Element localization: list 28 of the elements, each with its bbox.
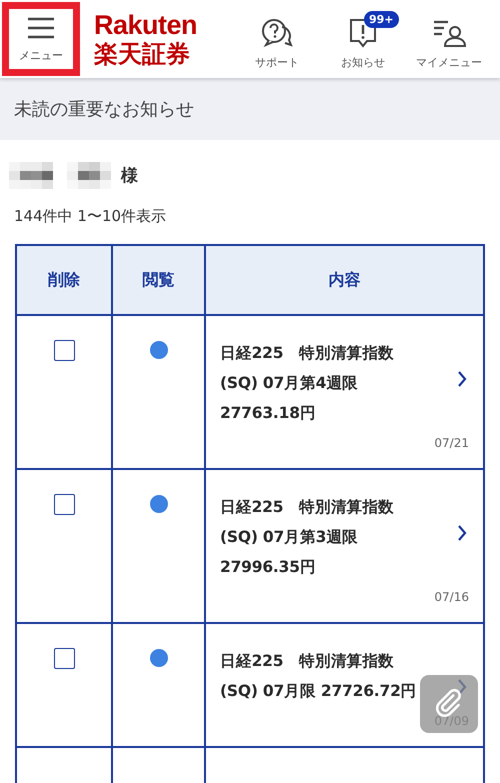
notice-title: 日経225 特別清算指数 (SQ) 07月限 27726.72円 <box>220 651 416 702</box>
attachment-button[interactable] <box>420 675 478 733</box>
chevron-right-icon <box>457 524 467 542</box>
checkbox[interactable] <box>54 648 74 669</box>
count-badge: 99+ <box>364 10 399 28</box>
logo-text: Rakuten <box>94 12 198 39</box>
row-link[interactable]: 日経225 特別清算指数 (SQ) 07月第4週限 27763.18円 07/21 <box>204 316 483 468</box>
nav-button[interactable]: サポート <box>234 8 320 70</box>
menu-icon <box>26 16 56 40</box>
honorific: 様 <box>121 164 138 186</box>
menu-button[interactable]: メニュー <box>2 2 80 76</box>
checkbox[interactable] <box>54 494 74 515</box>
nav-button[interactable]: マイメニュー <box>406 8 492 70</box>
banner-title: 未読の重要なお知らせ <box>14 98 194 121</box>
row-link[interactable]: 日経225 特別清算指数 (SQ) 07月第3週限 27996.35円 07/16 <box>204 470 483 622</box>
notice-title: 日経225 特別清算指数 (SQ) 07月第4週限 27763.18円 <box>220 343 394 424</box>
column-header: 削除 <box>47 268 81 290</box>
column-header: 内容 <box>204 246 483 314</box>
logo-text: 楽天証券 <box>94 42 191 66</box>
help-icon <box>260 18 294 48</box>
checkbox[interactable] <box>54 340 74 361</box>
chevron-right-icon <box>457 370 467 388</box>
date-text: 07/16 <box>433 590 470 604</box>
column-header: 閲覧 <box>111 246 204 314</box>
notice-title: 日経225 特別清算指数 (SQ) 07月第3週限 27996.35円 <box>220 497 394 578</box>
date-text: 07/21 <box>433 436 470 450</box>
nav-button[interactable]: 99+ お知らせ <box>320 8 406 70</box>
result-count: 144件中 1〜10件表示 <box>13 206 168 227</box>
